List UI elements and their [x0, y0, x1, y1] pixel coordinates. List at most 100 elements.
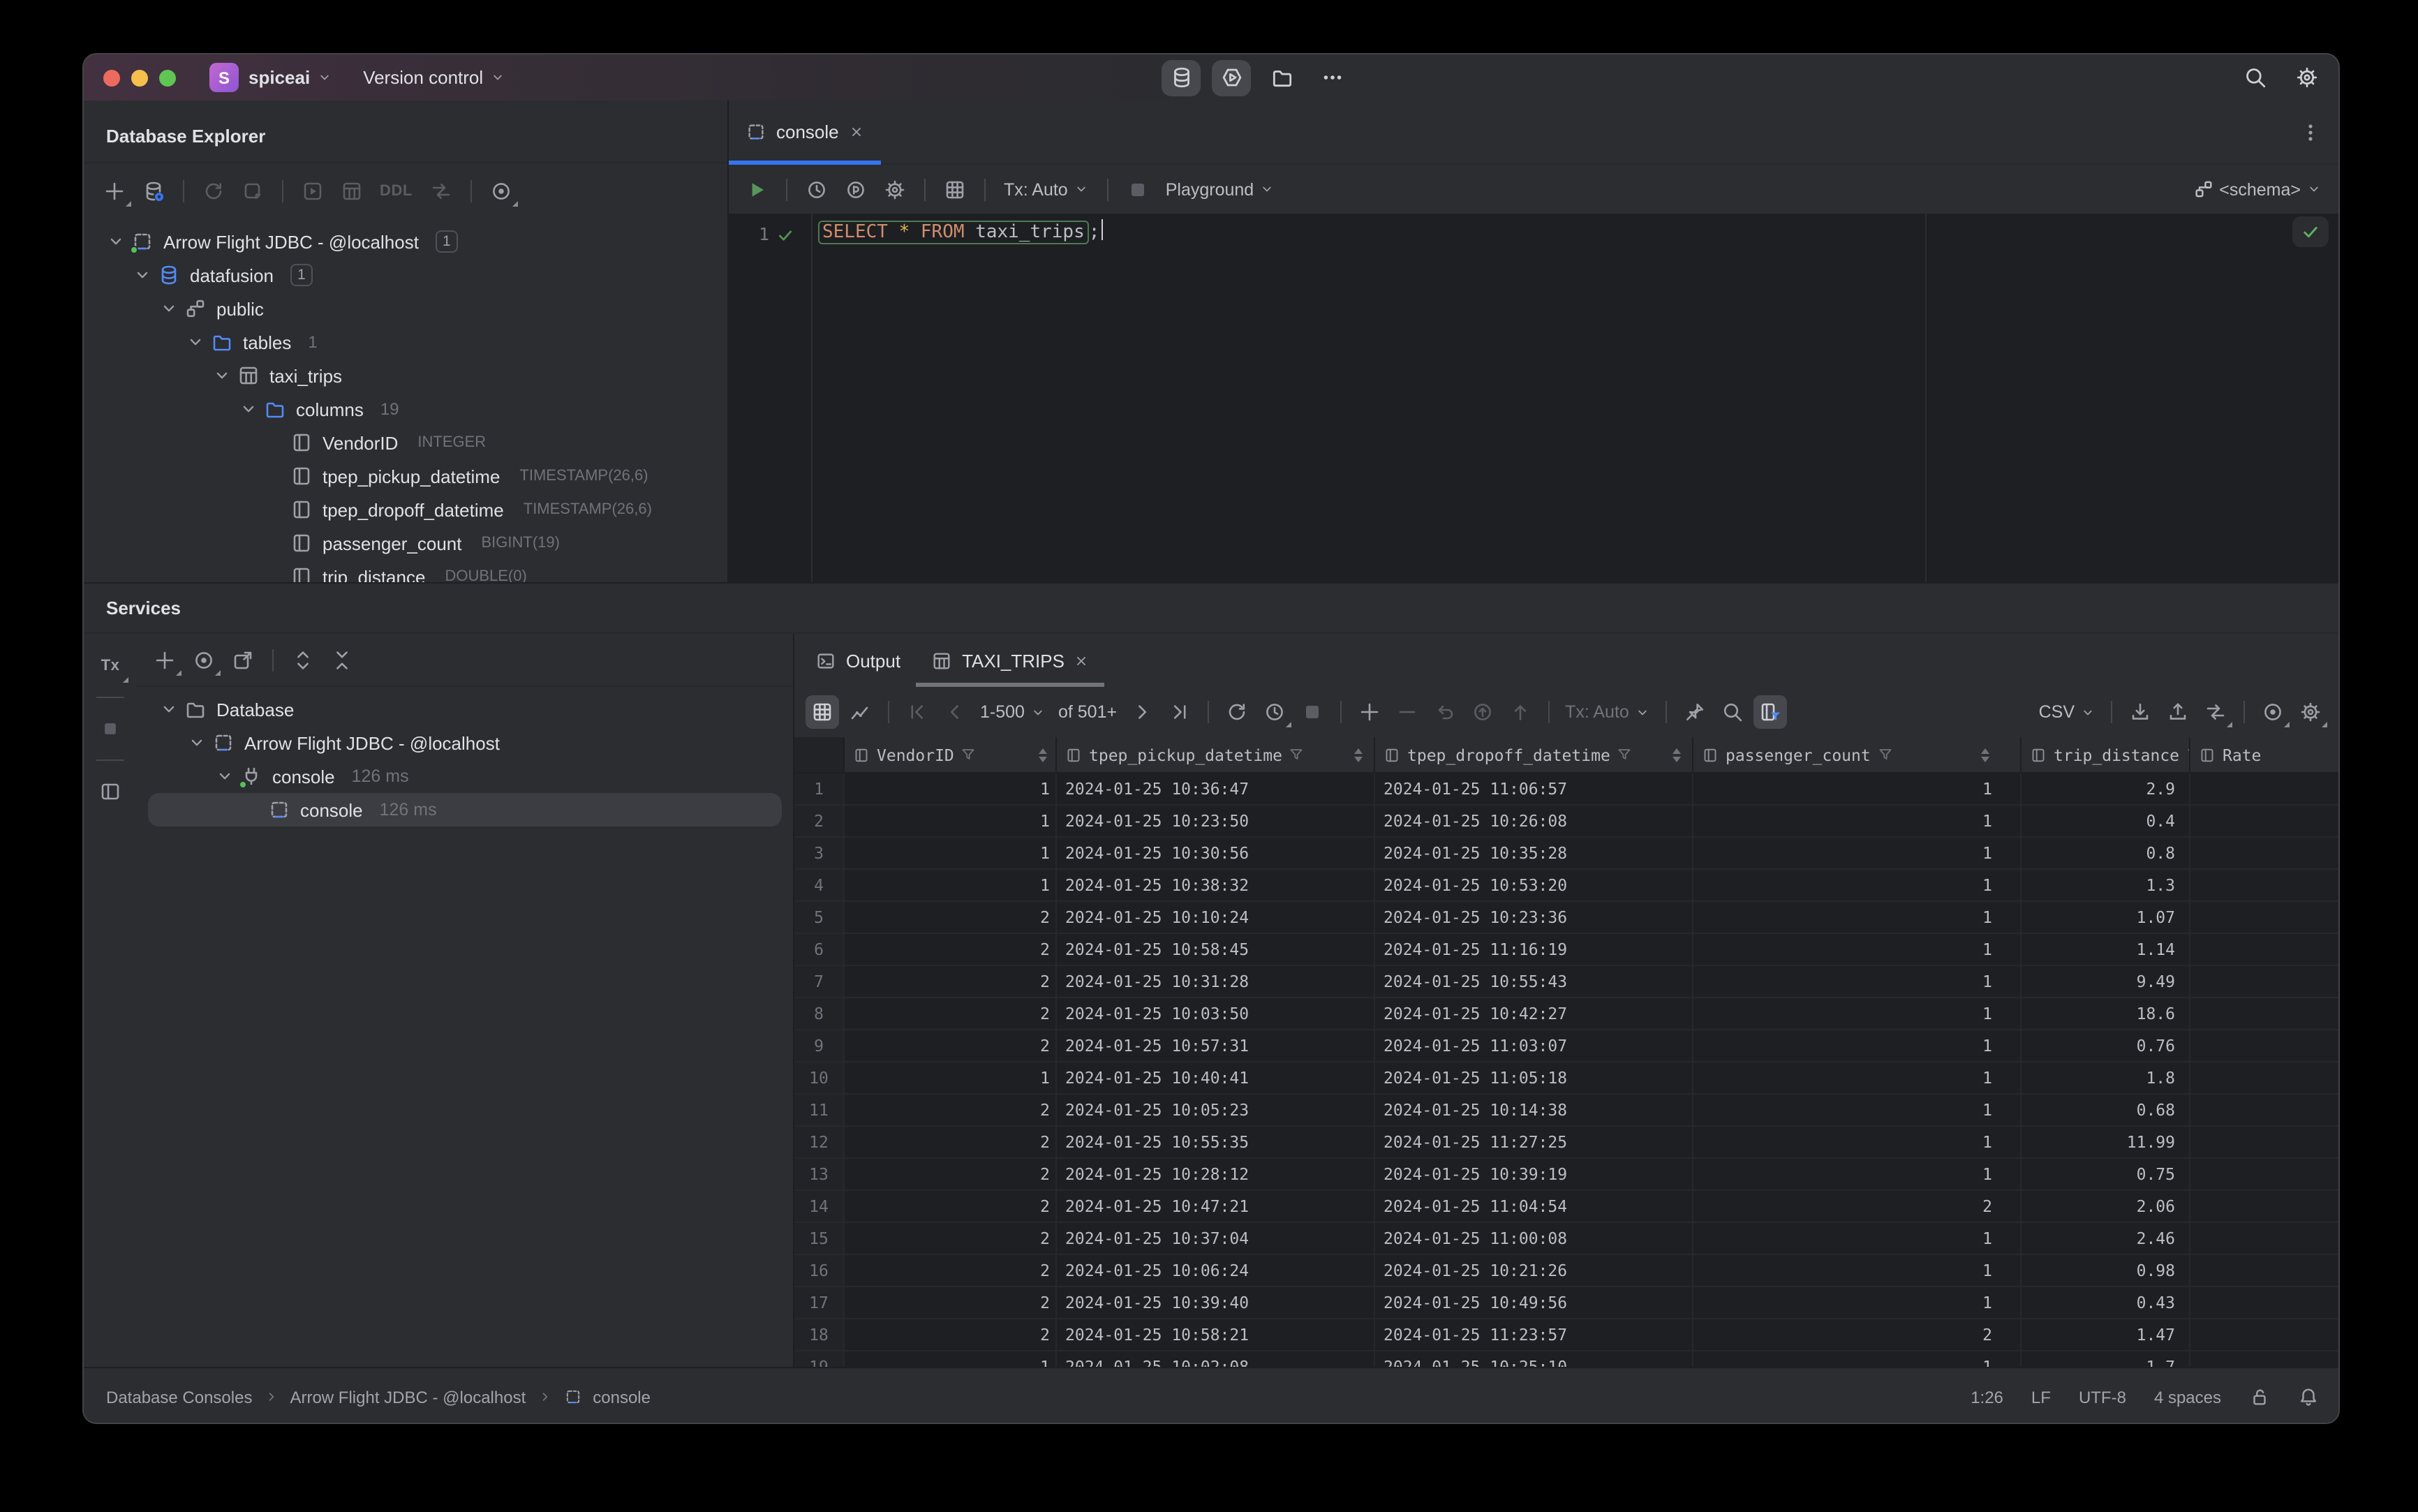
- playground-dropdown[interactable]: Playground: [1160, 179, 1281, 199]
- cell-vendorid[interactable]: 2: [845, 998, 1057, 1029]
- more-actions-button[interactable]: [1312, 59, 1351, 96]
- last-page-button[interactable]: [1163, 695, 1196, 729]
- cell-rate[interactable]: [2190, 1095, 2338, 1125]
- cell-dropoff-datetime[interactable]: 2024-01-25 10:25:10: [1375, 1351, 1693, 1367]
- breadcrumb-item[interactable]: Arrow Flight JDBC - @localhost: [290, 1387, 526, 1407]
- cell-pickup-datetime[interactable]: 2024-01-25 10:39:40: [1057, 1287, 1375, 1318]
- tree-item-database[interactable]: datafusion 1: [84, 258, 727, 292]
- sort-control[interactable]: [1672, 748, 1684, 762]
- parameters-button[interactable]: [839, 172, 873, 206]
- tree-item-columns-folder[interactable]: columns 19: [84, 392, 727, 426]
- cell-rate[interactable]: [2190, 870, 2338, 900]
- chevron-down-icon[interactable]: [159, 699, 179, 719]
- bell-icon[interactable]: [2298, 1386, 2319, 1407]
- run-widget-button[interactable]: [1212, 59, 1251, 96]
- breadcrumb-item[interactable]: console: [593, 1387, 651, 1407]
- filter-funnel-icon[interactable]: [1289, 747, 1305, 762]
- cell-vendorid[interactable]: 2: [845, 902, 1057, 933]
- close-window-button[interactable]: [103, 69, 120, 86]
- cell-pickup-datetime[interactable]: 2024-01-25 10:05:23: [1057, 1095, 1375, 1125]
- cell-pickup-datetime[interactable]: 2024-01-25 10:10:24: [1057, 902, 1375, 933]
- cell-pickup-datetime[interactable]: 2024-01-25 10:40:41: [1057, 1062, 1375, 1093]
- cell-rate[interactable]: [2190, 1351, 2338, 1367]
- run-button[interactable]: [740, 172, 773, 206]
- row-number[interactable]: 14: [794, 1191, 845, 1222]
- row-number[interactable]: 2: [794, 806, 845, 836]
- row-number[interactable]: 9: [794, 1030, 845, 1061]
- cell-vendorid[interactable]: 1: [845, 1351, 1057, 1367]
- caret-position[interactable]: 1:26: [1971, 1387, 2003, 1407]
- cell-pickup-datetime[interactable]: 2024-01-25 10:28:12: [1057, 1159, 1375, 1189]
- cell-rate[interactable]: [2190, 1255, 2338, 1286]
- cell-pickup-datetime[interactable]: 2024-01-25 10:23:50: [1057, 806, 1375, 836]
- minimize-window-button[interactable]: [131, 69, 148, 86]
- cell-passenger-count[interactable]: 1: [1693, 998, 2022, 1029]
- cell-pickup-datetime[interactable]: 2024-01-25 10:30:56: [1057, 838, 1375, 868]
- chevron-down-icon[interactable]: [215, 766, 235, 786]
- close-icon[interactable]: [849, 124, 864, 140]
- previous-page-button[interactable]: [938, 695, 972, 729]
- row-number[interactable]: 17: [794, 1287, 845, 1318]
- cell-trip-distance[interactable]: 18.6: [2022, 998, 2190, 1029]
- table-row[interactable]: 4 1 2024-01-25 10:38:32 2024-01-25 10:53…: [794, 870, 2338, 902]
- export-format-dropdown[interactable]: CSV: [2035, 702, 2100, 722]
- row-number[interactable]: 3: [794, 838, 845, 868]
- cell-rate[interactable]: [2190, 902, 2338, 933]
- ddl-button[interactable]: DDL: [374, 175, 418, 208]
- cell-passenger-count[interactable]: 1: [1693, 838, 2022, 868]
- chevron-down-icon[interactable]: [159, 299, 179, 318]
- refresh-button[interactable]: [197, 175, 230, 208]
- cell-vendorid[interactable]: 2: [845, 1287, 1057, 1318]
- cell-pickup-datetime[interactable]: 2024-01-25 10:06:24: [1057, 1255, 1375, 1286]
- cell-vendorid[interactable]: 2: [845, 1319, 1057, 1350]
- cell-trip-distance[interactable]: 2.46: [2022, 1223, 2190, 1254]
- column-header-dropoff[interactable]: tpep_dropoff_datetime: [1375, 737, 1693, 772]
- cell-passenger-count[interactable]: 2: [1693, 1319, 2022, 1350]
- tree-item-tables-folder[interactable]: tables 1: [84, 325, 727, 359]
- project-menu[interactable]: spiceai: [249, 67, 332, 88]
- cell-vendorid[interactable]: 2: [845, 1095, 1057, 1125]
- tree-item-column[interactable]: tpep_pickup_datetime TIMESTAMP(26,6): [84, 459, 727, 493]
- tab-taxi-trips[interactable]: TAXI_TRIPS: [916, 634, 1106, 687]
- cell-trip-distance[interactable]: 0.4: [2022, 806, 2190, 836]
- sort-control[interactable]: [1354, 748, 1365, 762]
- filter-funnel-icon[interactable]: [1617, 747, 1633, 762]
- grid-settings-button[interactable]: [2294, 695, 2327, 729]
- cell-dropoff-datetime[interactable]: 2024-01-25 11:23:57: [1375, 1319, 1693, 1350]
- indent-style[interactable]: 4 spaces: [2154, 1387, 2221, 1407]
- open-in-new-tab-button[interactable]: [226, 643, 260, 676]
- table-row[interactable]: 2 1 2024-01-25 10:23:50 2024-01-25 10:26…: [794, 806, 2338, 838]
- cell-dropoff-datetime[interactable]: 2024-01-25 10:26:08: [1375, 806, 1693, 836]
- table-row[interactable]: 1 1 2024-01-25 10:36:47 2024-01-25 11:06…: [794, 773, 2338, 806]
- table-row[interactable]: 5 2 2024-01-25 10:10:24 2024-01-25 10:23…: [794, 902, 2338, 934]
- row-number[interactable]: 10: [794, 1062, 845, 1093]
- cell-rate[interactable]: [2190, 1127, 2338, 1157]
- tab-output[interactable]: Output: [800, 634, 916, 687]
- search-icon[interactable]: [2243, 66, 2267, 89]
- zoom-window-button[interactable]: [159, 69, 176, 86]
- cell-passenger-count[interactable]: 2: [1693, 1191, 2022, 1222]
- cell-dropoff-datetime[interactable]: 2024-01-25 10:55:43: [1375, 966, 1693, 997]
- cell-dropoff-datetime[interactable]: 2024-01-25 10:49:56: [1375, 1287, 1693, 1318]
- pin-tab-button[interactable]: [1678, 695, 1712, 729]
- cell-passenger-count[interactable]: 1: [1693, 934, 2022, 965]
- new-datasource-button[interactable]: [98, 175, 131, 208]
- table-view-button[interactable]: [806, 695, 839, 729]
- settings-gear-icon[interactable]: [2295, 66, 2319, 89]
- row-number[interactable]: 7: [794, 966, 845, 997]
- cell-pickup-datetime[interactable]: 2024-01-25 10:55:35: [1057, 1127, 1375, 1157]
- column-header-pickup[interactable]: tpep_pickup_datetime: [1057, 737, 1375, 772]
- row-number[interactable]: 11: [794, 1095, 845, 1125]
- import-data-button[interactable]: [2161, 695, 2195, 729]
- tx-mode-dropdown[interactable]: Tx: Auto: [998, 179, 1095, 199]
- cell-trip-distance[interactable]: 0.68: [2022, 1095, 2190, 1125]
- column-header-vendorid[interactable]: VendorID: [845, 737, 1057, 772]
- tree-item-console-selected[interactable]: console 126 ms: [148, 793, 782, 827]
- cell-dropoff-datetime[interactable]: 2024-01-25 11:27:25: [1375, 1127, 1693, 1157]
- datasource-properties-button[interactable]: [137, 175, 170, 208]
- row-number[interactable]: 6: [794, 934, 845, 965]
- cell-vendorid[interactable]: 2: [845, 1255, 1057, 1286]
- close-icon[interactable]: [1074, 653, 1090, 668]
- tab-console[interactable]: console: [729, 101, 881, 165]
- cell-passenger-count[interactable]: 1: [1693, 1030, 2022, 1061]
